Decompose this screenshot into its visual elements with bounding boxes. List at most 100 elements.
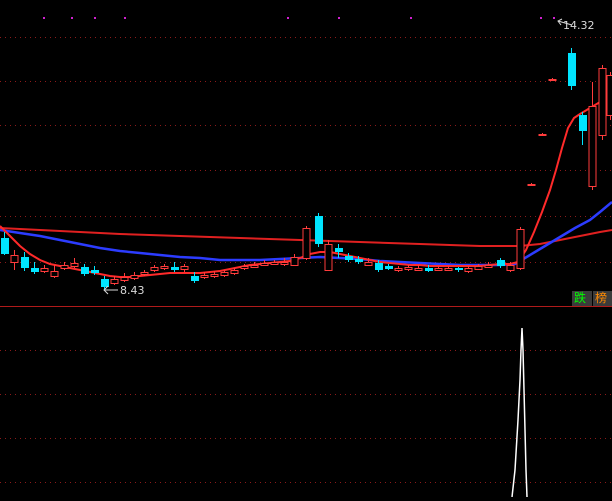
candle-body-up — [10, 255, 19, 263]
candlestick[interactable] — [302, 226, 311, 260]
candle-body-down — [315, 216, 323, 244]
candle-body-up — [464, 268, 473, 272]
candle-body-up — [160, 266, 169, 269]
candlestick[interactable] — [516, 227, 525, 270]
candlestick[interactable] — [497, 258, 505, 268]
candlestick[interactable] — [335, 244, 343, 258]
candle-body-up — [220, 272, 229, 276]
marker-dot — [553, 17, 555, 19]
candle-body-up — [180, 266, 189, 270]
candle-body-down — [101, 279, 109, 287]
fall-ranking-badge[interactable]: 跌 — [572, 291, 592, 306]
candle-body-down — [455, 268, 463, 270]
candlestick[interactable] — [315, 213, 323, 247]
indicator-panel — [511, 327, 528, 498]
candlestick[interactable] — [50, 265, 59, 278]
candle-body-up — [60, 265, 69, 269]
candle-body-up — [434, 268, 443, 271]
candlestick[interactable] — [130, 272, 139, 280]
marker-dot — [287, 17, 289, 19]
candle-body-down — [385, 266, 393, 269]
candlestick[interactable] — [60, 262, 69, 270]
high-price-label: 14.32 — [563, 19, 595, 32]
candle-body-down — [345, 256, 353, 260]
candle-body-up — [70, 263, 79, 267]
candle-body-up — [606, 75, 612, 116]
candle-body-up — [280, 262, 289, 265]
candle-body-up — [270, 262, 279, 265]
candle-body-up — [444, 268, 453, 271]
candlestick[interactable] — [1, 232, 9, 255]
candlestick[interactable] — [40, 265, 49, 273]
candlestick[interactable] — [464, 266, 473, 273]
candle-body-down — [425, 268, 433, 271]
candle-body-up — [200, 275, 209, 278]
candle-body-up — [240, 266, 249, 269]
candlestick[interactable] — [394, 266, 403, 272]
candle-body-down — [91, 270, 99, 273]
candlestick[interactable] — [538, 133, 547, 136]
candle-body-down — [579, 115, 587, 131]
candlestick[interactable] — [180, 264, 189, 272]
candlestick[interactable] — [10, 250, 19, 270]
marker-dot — [124, 17, 126, 19]
candle-body-up — [290, 257, 299, 266]
marker-dot — [338, 17, 340, 19]
candle-body-down — [355, 259, 363, 262]
candle-body-down — [375, 263, 383, 270]
candlestick[interactable] — [324, 240, 333, 271]
candlestick[interactable] — [588, 82, 597, 190]
candle-body-up — [414, 268, 423, 271]
candlestick[interactable] — [527, 183, 536, 186]
stock-chart[interactable]: 14.32 8.43 跌 榜 — [0, 0, 612, 498]
chart-canvas[interactable] — [0, 0, 612, 498]
candlestick[interactable] — [579, 112, 587, 145]
candle-body-up — [527, 184, 536, 186]
candle-body-up — [474, 266, 483, 270]
indicator-line — [511, 327, 528, 498]
candle-body-up — [506, 265, 515, 271]
candle-body-up — [516, 229, 525, 269]
candlestick[interactable] — [101, 276, 109, 289]
candle-body-up — [250, 265, 259, 268]
candle-body-down — [335, 248, 343, 252]
candlestick[interactable] — [171, 262, 179, 272]
candle-body-up — [110, 279, 119, 284]
candlestick[interactable] — [70, 258, 79, 268]
candlestick[interactable] — [21, 252, 29, 271]
candle-body-up — [40, 268, 49, 272]
marker-dot — [94, 17, 96, 19]
candlestick[interactable] — [250, 262, 259, 268]
candlestick[interactable] — [385, 264, 393, 270]
candle-body-down — [31, 268, 39, 272]
candlestick[interactable] — [455, 267, 463, 272]
candlesticks[interactable] — [1, 48, 612, 289]
candle-body-up — [588, 106, 597, 187]
candle-body-down — [497, 260, 505, 266]
marker-dot — [43, 17, 45, 19]
candlestick[interactable] — [548, 78, 557, 81]
candlestick[interactable] — [598, 65, 607, 140]
candlestick[interactable] — [31, 262, 39, 274]
candle-body-up — [538, 134, 547, 136]
candlestick[interactable] — [120, 273, 129, 282]
candle-body-down — [171, 267, 179, 270]
candlestick[interactable] — [270, 260, 279, 265]
candle-body-down — [568, 53, 576, 86]
low-price-label: 8.43 — [120, 284, 145, 297]
candle-body-up — [120, 277, 129, 281]
candlestick[interactable] — [81, 264, 89, 276]
candle-body-up — [394, 268, 403, 271]
candlestick[interactable] — [150, 265, 159, 272]
ranking-badge[interactable]: 榜 — [593, 291, 612, 306]
candlestick[interactable] — [290, 254, 299, 266]
candlestick[interactable] — [606, 72, 612, 120]
candle-body-up — [230, 270, 239, 274]
candle-body-up — [260, 263, 269, 266]
candle-body-up — [150, 267, 159, 271]
candlestick[interactable] — [160, 264, 169, 270]
candle-body-up — [364, 262, 373, 266]
candle-body-up — [324, 244, 333, 271]
candlestick[interactable] — [568, 48, 576, 90]
candle-body-up — [548, 79, 557, 81]
